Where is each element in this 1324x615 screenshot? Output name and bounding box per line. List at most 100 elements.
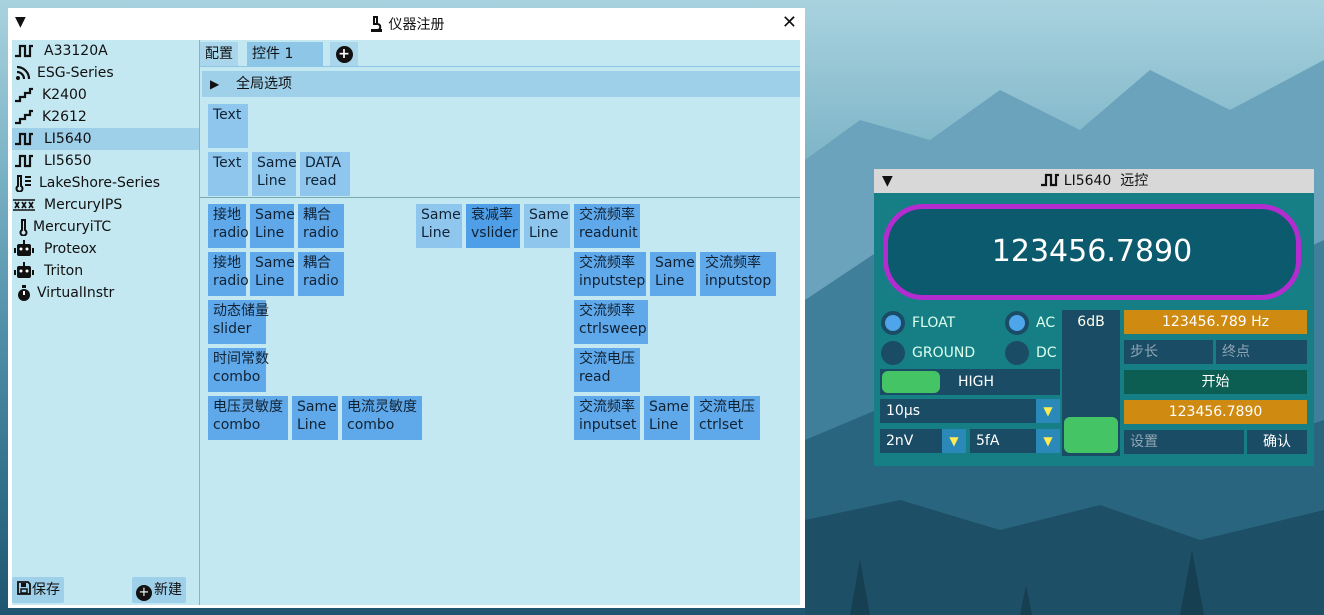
plus-circle-icon: + — [335, 45, 353, 63]
robot-icon — [12, 238, 36, 260]
title-bar: ▼ 仪器注册 ✕ — [8, 8, 805, 38]
ground-radio[interactable]: GROUND — [881, 340, 981, 366]
editor-area: 配置 控件 1 + ▶ 全局选项 Text Text Same Line DAT… — [200, 40, 800, 605]
remote-title-bar: ▼ LI5640 远控 — [874, 169, 1314, 193]
new-button[interactable]: + 新建 — [132, 577, 186, 603]
sidebar-item-esg-series[interactable]: ESG-Series — [12, 62, 200, 84]
attenuation-value: 6dB — [1077, 314, 1105, 330]
square-wave-icon — [12, 128, 36, 150]
widget-same-line[interactable]: Same Line — [644, 396, 690, 440]
frequency-readout: 123456.789 Hz — [1124, 310, 1307, 334]
tab-widgets-1[interactable]: 控件 1 — [247, 42, 323, 66]
widget-ground-radio[interactable]: 接地 radio — [208, 204, 249, 248]
slider-handle[interactable] — [1064, 417, 1118, 453]
sidebar-item-k2612[interactable]: K2612 — [12, 106, 200, 128]
widget-ac-voltage-read[interactable]: 交流电压 read — [574, 348, 640, 392]
ac-radio[interactable]: AC — [1005, 310, 1065, 336]
widget-same-line[interactable]: Same Line — [250, 252, 295, 296]
widget-ac-freq-inputstep[interactable]: 交流频率 inputstep — [574, 252, 646, 296]
save-icon — [17, 581, 31, 595]
sidebar-item-triton[interactable]: Triton — [12, 260, 200, 282]
widget-text[interactable]: Text — [208, 152, 248, 196]
expand-arrow-icon: ▶ — [210, 77, 220, 91]
microscope-icon — [370, 16, 382, 33]
widget-same-line[interactable]: Same Line — [252, 152, 297, 196]
dropdown-arrow-icon: ▼ — [942, 429, 966, 453]
end-input[interactable] — [1216, 340, 1307, 364]
sidebar-item-mercuryips[interactable]: MercuryIPS — [12, 194, 200, 216]
widget-attenuation-vslider[interactable]: 衰减率 vslider — [466, 204, 520, 248]
radio-dot — [1005, 341, 1029, 365]
step-wave-icon — [12, 106, 36, 128]
widget-ac-freq-readunit[interactable]: 交流频率 readunit — [574, 204, 640, 248]
square-wave-icon — [12, 150, 36, 172]
sidebar-item-a33120a[interactable]: A33120A — [12, 40, 200, 62]
widget-ac-freq-inputstop[interactable]: 交流频率 inputstop — [700, 252, 776, 296]
widget-same-line[interactable]: Same Line — [416, 204, 462, 248]
widget-ac-freq-ctrlsweep[interactable]: 交流频率 ctrlsweep — [574, 300, 648, 344]
window-title: 仪器注册 — [8, 14, 805, 34]
widget-ac-freq-inputset[interactable]: 交流频率 inputset — [574, 396, 640, 440]
time-constant-select[interactable]: 10μs ▼ — [880, 399, 1060, 423]
widget-same-line[interactable]: Same Line — [292, 396, 338, 440]
sidebar-item-proteox[interactable]: Proteox — [12, 238, 200, 260]
widget-same-line[interactable]: Same Line — [650, 252, 696, 296]
widget-coupling-radio[interactable]: 耦合 radio — [298, 204, 344, 248]
divider — [200, 197, 800, 198]
radio-dot — [881, 311, 905, 335]
step-wave-icon — [12, 84, 36, 106]
current-sensitivity-select[interactable]: 5fA ▼ — [970, 429, 1060, 453]
voltage-readout: 123456.7890 — [1124, 400, 1307, 424]
widget-dynamic-reserve-slider[interactable]: 动态储量 slider — [208, 300, 269, 344]
sidebar-item-virtualinstr[interactable]: VirtualInstr — [12, 282, 200, 304]
confirm-button[interactable]: 确认 — [1247, 430, 1307, 454]
sidebar-item-lakeshore-series[interactable]: LakeShore-Series — [12, 172, 200, 194]
widget-text[interactable]: Text — [208, 104, 248, 148]
high-toggle[interactable]: HIGH — [880, 369, 1060, 395]
sidebar-item-li5640[interactable]: LI5640 — [12, 128, 200, 150]
voltage-sensitivity-select[interactable]: 2nV ▼ — [880, 429, 966, 453]
radio-dot — [881, 341, 905, 365]
signal-icon — [12, 62, 36, 84]
coil-icon — [12, 194, 36, 216]
widget-same-line[interactable]: Same Line — [250, 204, 295, 248]
sidebar-item-li5650[interactable]: LI5650 — [12, 150, 200, 172]
radio-dot — [1005, 311, 1029, 335]
widget-same-line[interactable]: Same Line — [524, 204, 570, 248]
attenuation-vslider[interactable]: 6dB — [1062, 310, 1120, 456]
li5640-remote-panel: ▼ LI5640 远控 123456.7890 FLOAT GROUND AC … — [874, 169, 1314, 466]
step-input[interactable] — [1124, 340, 1213, 364]
square-wave-icon — [1040, 173, 1059, 187]
main-readout: 123456.7890 — [883, 204, 1301, 300]
widget-ac-voltage-ctrlset[interactable]: 交流电压 ctrlset — [694, 396, 760, 440]
save-button[interactable]: 保存 — [12, 577, 64, 603]
toggle-knob — [882, 371, 940, 393]
square-wave-icon — [12, 40, 36, 62]
plus-circle-icon: + — [136, 585, 152, 601]
dc-radio[interactable]: DC — [1005, 340, 1065, 366]
widget-ground-radio[interactable]: 接地 radio — [208, 252, 249, 296]
close-icon[interactable]: ✕ — [782, 12, 797, 33]
robot-icon — [12, 260, 36, 282]
start-button[interactable]: 开始 — [1124, 370, 1307, 394]
tab-config[interactable]: 配置 — [200, 42, 238, 66]
dropdown-arrow-icon: ▼ — [1036, 399, 1060, 423]
widget-current-sensitivity-combo[interactable]: 电流灵敏度 combo — [342, 396, 422, 440]
instrument-registry-window: ▼ 仪器注册 ✕ A33120A ESG-Series K2400 K2612 … — [8, 8, 805, 608]
remote-title: LI5640 远控 — [1063, 173, 1149, 189]
widget-coupling-radio[interactable]: 耦合 radio — [298, 252, 344, 296]
add-tab-button[interactable]: + — [330, 42, 358, 66]
tab-underline — [200, 66, 800, 67]
widget-time-constant-combo[interactable]: 时间常数 combo — [208, 348, 269, 392]
float-radio[interactable]: FLOAT — [881, 310, 981, 336]
thermometer-icon — [12, 172, 36, 194]
sidebar-item-mercuryitc[interactable]: MercuryiTC — [12, 216, 200, 238]
global-options-header[interactable]: ▶ 全局选项 — [202, 71, 800, 97]
sidebar-item-k2400[interactable]: K2400 — [12, 84, 200, 106]
widget-voltage-sensitivity-combo[interactable]: 电压灵敏度 combo — [208, 396, 288, 440]
set-input[interactable] — [1124, 430, 1244, 454]
widget-data-read[interactable]: DATA read — [300, 152, 350, 196]
instrument-list: A33120A ESG-Series K2400 K2612 LI5640 LI… — [12, 40, 200, 605]
stopwatch-icon — [12, 282, 36, 304]
dropdown-arrow-icon: ▼ — [1036, 429, 1060, 453]
